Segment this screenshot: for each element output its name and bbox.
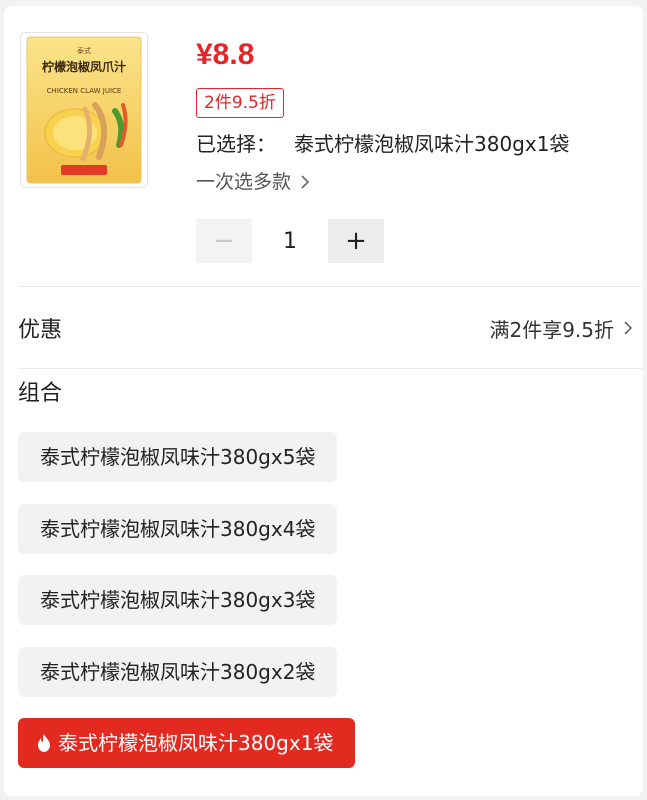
combo-option-3[interactable]: 泰式柠檬泡椒凤味汁380gx3袋	[18, 575, 338, 625]
product-price: ¥8.8	[196, 38, 255, 71]
product-package-image: 泰式 柠檬泡椒凤爪汁 CHICKEN CLAW JUICE	[26, 36, 142, 184]
svg-text:柠檬泡椒凤爪汁: 柠檬泡椒凤爪汁	[42, 59, 126, 74]
quantity-value[interactable]: 1	[252, 229, 328, 254]
divider	[18, 286, 643, 287]
combo-option-2[interactable]: 泰式柠檬泡椒凤味汁380gx2袋	[18, 647, 338, 697]
combo-option-5[interactable]: 泰式柠檬泡椒凤味汁380gx5袋	[18, 432, 338, 482]
decrease-button[interactable]: −	[196, 219, 252, 263]
discount-detail: 满2件享9.5折	[489, 314, 636, 343]
svg-text:泰式: 泰式	[77, 46, 91, 55]
multi-select-link[interactable]: 一次选多款	[196, 168, 313, 196]
chevron-right-icon	[301, 175, 310, 189]
combo-option-label: 泰式柠檬泡椒凤味汁380gx1袋	[58, 731, 334, 755]
discount-label: 优惠	[18, 318, 63, 343]
selected-label: 已选择：	[196, 132, 276, 156]
selected-sku-row: 已选择： 泰式柠檬泡椒凤味汁380gx1袋	[196, 130, 569, 158]
chevron-right-icon	[624, 321, 633, 335]
combo-section-title: 组合	[18, 381, 63, 406]
product-thumbnail[interactable]: 泰式 柠檬泡椒凤爪汁 CHICKEN CLAW JUICE	[20, 32, 148, 188]
svg-text:CHICKEN CLAW JUICE: CHICKEN CLAW JUICE	[47, 87, 122, 95]
multi-select-label: 一次选多款	[196, 171, 292, 193]
divider	[18, 368, 643, 369]
flame-icon	[38, 734, 50, 752]
sku-selector-panel: 泰式 柠檬泡椒凤爪汁 CHICKEN CLAW JUICE ¥8.8 2件9.5…	[4, 6, 643, 796]
quantity-stepper: − 1 +	[196, 219, 384, 263]
increase-button[interactable]: +	[328, 219, 384, 263]
promo-tag: 2件9.5折	[196, 88, 284, 118]
discount-row[interactable]: 优惠 满2件享9.5折	[18, 308, 636, 348]
discount-value: 满2件享9.5折	[489, 317, 614, 342]
selected-value: 泰式柠檬泡椒凤味汁380gx1袋	[294, 132, 570, 156]
combo-option-4[interactable]: 泰式柠檬泡椒凤味汁380gx4袋	[18, 504, 338, 554]
combo-option-1-selected[interactable]: 泰式柠檬泡椒凤味汁380gx1袋	[18, 718, 356, 768]
